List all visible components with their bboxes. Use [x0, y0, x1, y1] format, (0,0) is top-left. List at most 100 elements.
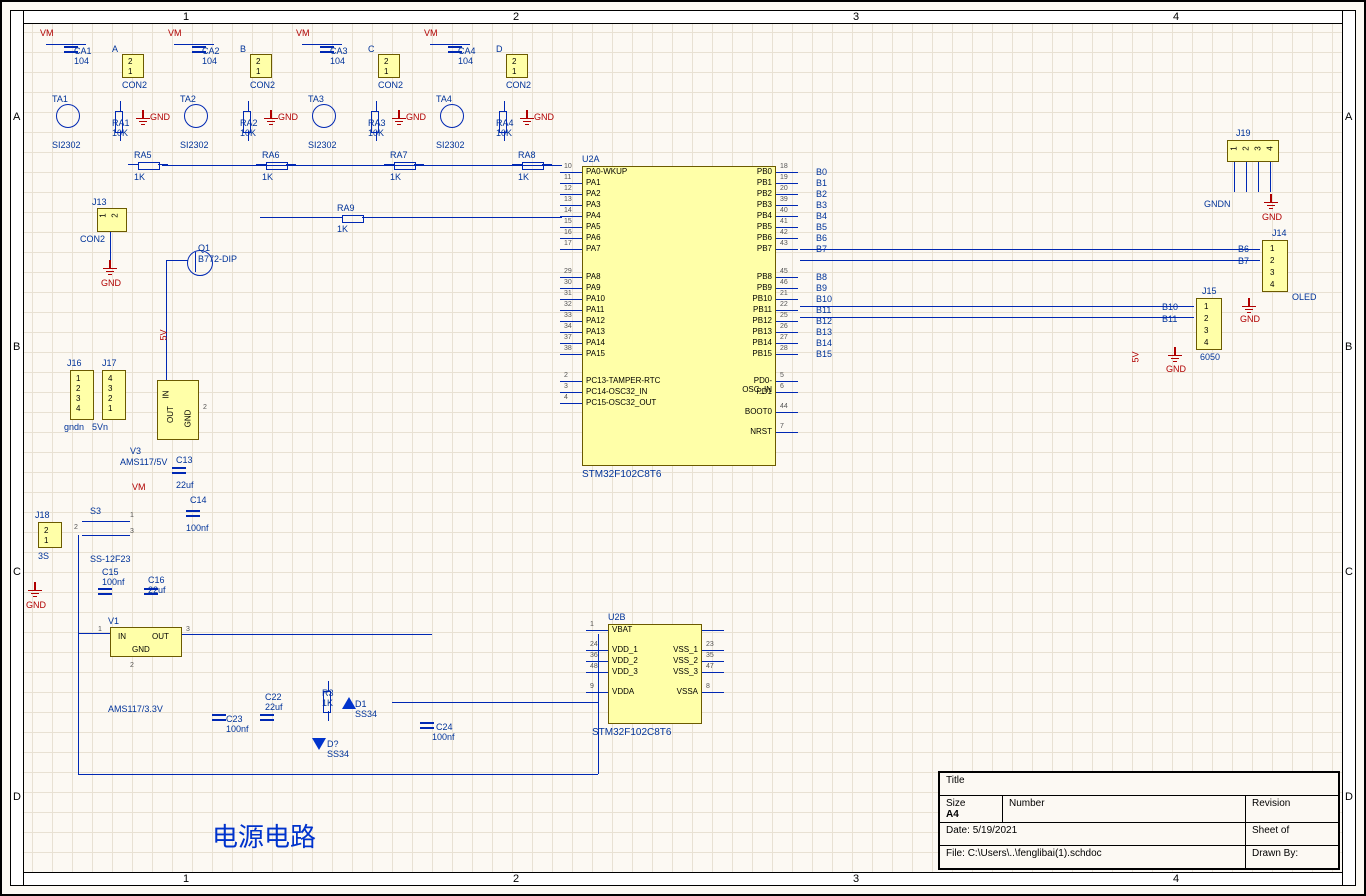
tb-rev-lbl: Revision — [1252, 798, 1290, 809]
j16-ref: J16 — [67, 358, 82, 368]
j19-ref: J19 — [1236, 128, 1251, 138]
net-vm2: VM — [132, 482, 146, 492]
border-right: A B C D — [1342, 10, 1356, 886]
u2b-ref: U2B — [608, 612, 626, 622]
ra9-val: 1K — [337, 224, 348, 234]
driver-cell-B: VMCA210421BCON2TA2RA210KSI2302GNDRA61K — [174, 32, 300, 182]
col-1b: 1 — [183, 873, 189, 885]
row-br: B — [1345, 341, 1352, 353]
gnd-icon — [28, 582, 42, 596]
s3-ref: S3 — [90, 506, 101, 516]
row-ar: A — [1345, 111, 1352, 123]
v1-in: IN — [118, 632, 126, 641]
resistor-ra9 — [332, 213, 372, 223]
j18-type: 3S — [38, 551, 49, 561]
d1-ref: D1 — [355, 699, 367, 709]
v3-in: IN — [162, 391, 171, 399]
j18-ref: J18 — [35, 510, 50, 520]
j17-ref: J17 — [102, 358, 117, 368]
title-block: Title SizeA4 Number Revision Date: 5/19/… — [938, 771, 1340, 870]
v3-gnd: GND — [183, 410, 192, 428]
v1-out: OUT — [152, 632, 169, 641]
c23-ref: C23 — [226, 714, 243, 724]
gnd-label2: GND — [26, 600, 46, 610]
c13-val: 22uf — [176, 480, 194, 490]
gnd-label: GND — [101, 278, 121, 288]
c24-ref: C24 — [436, 722, 453, 732]
connector-j14 — [1262, 240, 1288, 292]
col-3b: 3 — [853, 873, 859, 885]
v3-ref: V3 — [130, 446, 141, 456]
gnd-icon — [1242, 298, 1256, 312]
c15-ref: C15 — [102, 567, 119, 577]
c15-val: 100nf — [102, 577, 125, 587]
col-4b: 4 — [1173, 873, 1179, 885]
j14-ref: J14 — [1272, 228, 1287, 238]
j13-type: CON2 — [80, 234, 105, 244]
tb-drawn: Drawn By: — [1252, 848, 1298, 859]
j15-type: 6050 — [1200, 352, 1220, 362]
c13-ref: C13 — [176, 455, 193, 465]
gnd-icon — [1168, 347, 1182, 361]
border-top: 1 2 3 4 — [12, 10, 1354, 24]
row-dr: D — [1345, 791, 1353, 803]
ra9-ref: RA9 — [337, 203, 355, 213]
v3-type: AMS117/5V — [120, 457, 167, 467]
row-d: D — [13, 791, 21, 803]
tb-file: C:\Users\..\fenglibai(1).schdoc — [968, 848, 1102, 859]
v1-type: AMS117/3.3V — [108, 704, 163, 714]
row-cr: C — [1345, 566, 1353, 578]
gnd-label4: GND — [1240, 314, 1260, 324]
section-label: 电源电路 — [212, 817, 316, 854]
row-b: B — [13, 341, 20, 353]
col-1: 1 — [183, 11, 189, 23]
v3-out: OUT — [166, 406, 175, 423]
border-bottom: 1 2 3 4 — [12, 872, 1354, 886]
c22-val: 22uf — [265, 702, 283, 712]
net-b10: B10 — [1162, 302, 1178, 312]
net-b11: B11 — [1162, 314, 1177, 324]
gnd-label3: GND — [1262, 212, 1282, 222]
tb-title-lbl: Title — [946, 775, 965, 786]
col-2b: 2 — [513, 873, 519, 885]
connector-j15 — [1196, 298, 1222, 350]
tb-size: A4 — [946, 809, 959, 820]
q1-type: B772-DIP — [198, 254, 237, 264]
c14-ref: C14 — [190, 495, 207, 505]
tb-num-lbl: Number — [1009, 798, 1045, 809]
driver-cell-A: VMCA110421ACON2TA1RA110KSI2302GNDRA51K — [46, 32, 172, 182]
c22-ref: C22 — [265, 692, 282, 702]
c16-ref: C16 — [148, 575, 165, 585]
u2b-part: STM32F102C8T6 — [592, 727, 671, 738]
net-5v: 5V — [159, 329, 169, 340]
c24-val: 100nf — [432, 732, 455, 742]
tb-date-lbl: Date: — [946, 825, 970, 836]
c23-val: 100nf — [226, 724, 249, 734]
col-3: 3 — [853, 11, 859, 23]
tb-file-lbl: File: — [946, 848, 965, 859]
tb-date: 5/19/2021 — [973, 825, 1018, 836]
schematic-sheet: 1 2 3 4 1 2 3 4 A B C D A B C D VMCA1104… — [0, 0, 1366, 896]
s3-type: SS-12F23 — [90, 554, 131, 564]
connector-j19 — [1227, 140, 1279, 162]
d1-val: SS34 — [355, 709, 377, 719]
regulator-v3 — [157, 380, 199, 440]
gnd-label5: GND — [1166, 364, 1186, 374]
connector-j13 — [97, 208, 127, 232]
driver-cell-C: VMCA310421CCON2TA3RA310KSI2302GNDRA71K — [302, 32, 428, 182]
connector-j16 — [70, 370, 94, 420]
v1-ref: V1 — [108, 616, 119, 626]
driver-cell-D: VMCA410421DCON2TA4RA410KSI2302GNDRA81K — [430, 32, 556, 182]
tb-size-lbl: Size — [946, 798, 965, 809]
border-left: A B C D — [10, 10, 24, 886]
connector-j18 — [38, 522, 62, 548]
j15-ref: J15 — [1202, 286, 1217, 296]
j16-type: gndn — [64, 422, 84, 432]
row-c: C — [13, 566, 21, 578]
u2a-ref: U2A — [582, 154, 600, 164]
j13-ref: J13 — [92, 197, 107, 207]
q1-ref: Q1 — [198, 243, 210, 253]
gnd-icon — [1264, 194, 1278, 208]
d2-val: SS34 — [327, 749, 349, 759]
j14-type: OLED — [1292, 292, 1317, 302]
